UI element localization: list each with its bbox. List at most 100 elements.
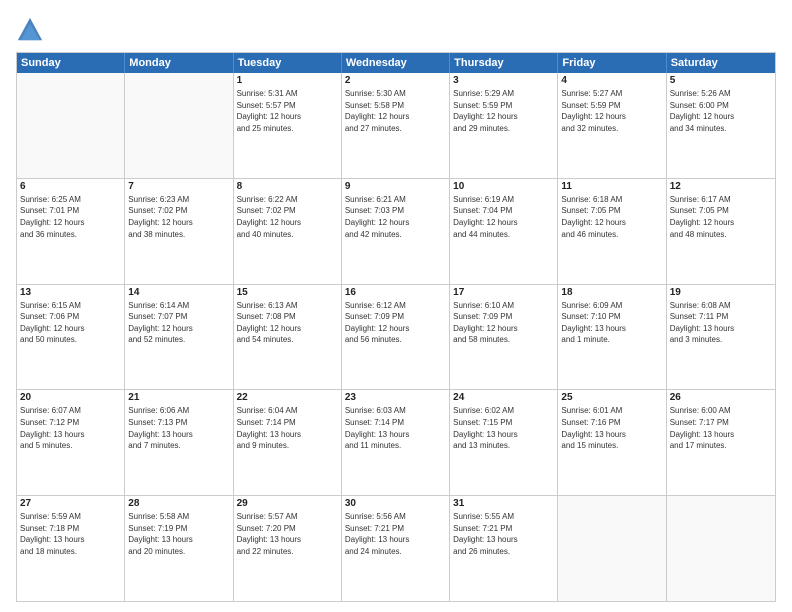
header-thursday: Thursday — [450, 53, 558, 73]
logo-icon — [16, 16, 44, 44]
cell-info: Sunrise: 6:17 AM Sunset: 7:05 PM Dayligh… — [670, 194, 772, 240]
calendar-cell: 23 Sunrise: 6:03 AM Sunset: 7:14 PM Dayli… — [342, 390, 450, 495]
cell-info: Sunrise: 6:12 AM Sunset: 7:09 PM Dayligh… — [345, 300, 446, 346]
calendar-cell: 22Sunrise: 6:04 AM Sunset: 7:14 PM Dayli… — [234, 390, 342, 495]
calendar-cell: 18 Sunrise: 6:09 AM Sunset: 7:10 PM Dayli… — [558, 285, 666, 390]
calendar-cell: 27Sunrise: 5:59 AM Sunset: 7:18 PM Dayli… — [17, 496, 125, 601]
cell-info: Sunrise: 6:19 AM Sunset: 7:04 PM Dayligh… — [453, 194, 554, 240]
cell-info: Sunrise: 6:18 AM Sunset: 7:05 PM Dayligh… — [561, 194, 662, 240]
cell-info: Sunrise: 6:25 AM Sunset: 7:01 PM Dayligh… — [20, 194, 121, 240]
day-number: 17 — [453, 287, 554, 298]
calendar-cell: 7 Sunrise: 6:23 AM Sunset: 7:02 PM Daylig… — [125, 179, 233, 284]
cell-info: Sunrise: 6:01 AM Sunset: 7:16 PM Dayligh… — [561, 405, 662, 451]
calendar-cell: 30 Sunrise: 5:56 AM Sunset: 7:21 PM Dayli… — [342, 496, 450, 601]
cell-info: Sunrise: 5:27 AM Sunset: 5:59 PM Dayligh… — [561, 88, 662, 134]
day-number: 4 — [561, 75, 662, 86]
calendar-cell: 8 Sunrise: 6:22 AM Sunset: 7:02 PM Daylig… — [234, 179, 342, 284]
calendar-cell: 13 Sunrise: 6:15 AM Sunset: 7:06 PM Dayli… — [17, 285, 125, 390]
cell-info: Sunrise: 6:23 AM Sunset: 7:02 PM Dayligh… — [128, 194, 229, 240]
cell-info: Sunrise: 6:14 AM Sunset: 7:07 PM Dayligh… — [128, 300, 229, 346]
day-number: 12 — [670, 181, 772, 192]
header-sunday: Sunday — [17, 53, 125, 73]
calendar-cell: 31Sunrise: 5:55 AM Sunset: 7:21 PM Dayli… — [450, 496, 558, 601]
calendar-row: 13 Sunrise: 6:15 AM Sunset: 7:06 PM Dayli… — [17, 284, 775, 390]
calendar-cell: 9Sunrise: 6:21 AM Sunset: 7:03 PM Daylig… — [342, 179, 450, 284]
calendar-cell: 15 Sunrise: 6:13 AM Sunset: 7:08 PM Dayli… — [234, 285, 342, 390]
calendar-cell: 21Sunrise: 6:06 AM Sunset: 7:13 PM Dayli… — [125, 390, 233, 495]
calendar-body: 1Sunrise: 5:31 AM Sunset: 5:57 PM Daylig… — [17, 73, 775, 601]
day-number: 8 — [237, 181, 338, 192]
calendar: Sunday Monday Tuesday Wednesday Thursday… — [16, 52, 776, 602]
calendar-cell: 28 Sunrise: 5:58 AM Sunset: 7:19 PM Dayli… — [125, 496, 233, 601]
day-number: 31 — [453, 498, 554, 509]
page: Sunday Monday Tuesday Wednesday Thursday… — [0, 0, 792, 612]
day-number: 21 — [128, 392, 229, 403]
calendar-cell: 10 Sunrise: 6:19 AM Sunset: 7:04 PM Dayli… — [450, 179, 558, 284]
day-number: 18 — [561, 287, 662, 298]
day-number: 28 — [128, 498, 229, 509]
day-number: 2 — [345, 75, 446, 86]
header-friday: Friday — [558, 53, 666, 73]
day-number: 24 — [453, 392, 554, 403]
cell-info: Sunrise: 5:57 AM Sunset: 7:20 PM Dayligh… — [237, 511, 338, 557]
calendar-cell — [558, 496, 666, 601]
calendar-cell: 16 Sunrise: 6:12 AM Sunset: 7:09 PM Dayli… — [342, 285, 450, 390]
calendar-cell: 25 Sunrise: 6:01 AM Sunset: 7:16 PM Dayli… — [558, 390, 666, 495]
cell-info: Sunrise: 6:10 AM Sunset: 7:09 PM Dayligh… — [453, 300, 554, 346]
calendar-cell: 2 Sunrise: 5:30 AM Sunset: 5:58 PM Daylig… — [342, 73, 450, 178]
day-number: 3 — [453, 75, 554, 86]
calendar-row: 1Sunrise: 5:31 AM Sunset: 5:57 PM Daylig… — [17, 73, 775, 178]
cell-info: Sunrise: 6:03 AM Sunset: 7:14 PM Dayligh… — [345, 405, 446, 451]
day-number: 7 — [128, 181, 229, 192]
day-number: 14 — [128, 287, 229, 298]
day-number: 16 — [345, 287, 446, 298]
calendar-row: 6 Sunrise: 6:25 AM Sunset: 7:01 PM Daylig… — [17, 178, 775, 284]
calendar-cell: 26 Sunrise: 6:00 AM Sunset: 7:17 PM Dayli… — [667, 390, 775, 495]
day-number: 15 — [237, 287, 338, 298]
calendar-header: Sunday Monday Tuesday Wednesday Thursday… — [17, 53, 775, 73]
cell-info: Sunrise: 6:22 AM Sunset: 7:02 PM Dayligh… — [237, 194, 338, 240]
day-number: 26 — [670, 392, 772, 403]
header-tuesday: Tuesday — [234, 53, 342, 73]
logo — [16, 16, 50, 44]
day-number: 10 — [453, 181, 554, 192]
day-number: 5 — [670, 75, 772, 86]
day-number: 30 — [345, 498, 446, 509]
calendar-cell: 19 Sunrise: 6:08 AM Sunset: 7:11 PM Dayli… — [667, 285, 775, 390]
calendar-cell: 5Sunrise: 5:26 AM Sunset: 6:00 PM Daylig… — [667, 73, 775, 178]
header — [16, 16, 776, 44]
calendar-cell: 24 Sunrise: 6:02 AM Sunset: 7:15 PM Dayli… — [450, 390, 558, 495]
calendar-cell: 20 Sunrise: 6:07 AM Sunset: 7:12 PM Dayli… — [17, 390, 125, 495]
cell-info: Sunrise: 5:29 AM Sunset: 5:59 PM Dayligh… — [453, 88, 554, 134]
cell-info: Sunrise: 6:09 AM Sunset: 7:10 PM Dayligh… — [561, 300, 662, 346]
cell-info: Sunrise: 5:56 AM Sunset: 7:21 PM Dayligh… — [345, 511, 446, 557]
calendar-cell: 1Sunrise: 5:31 AM Sunset: 5:57 PM Daylig… — [234, 73, 342, 178]
header-monday: Monday — [125, 53, 233, 73]
cell-info: Sunrise: 6:13 AM Sunset: 7:08 PM Dayligh… — [237, 300, 338, 346]
cell-info: Sunrise: 6:08 AM Sunset: 7:11 PM Dayligh… — [670, 300, 772, 346]
cell-info: Sunrise: 5:58 AM Sunset: 7:19 PM Dayligh… — [128, 511, 229, 557]
day-number: 29 — [237, 498, 338, 509]
cell-info: Sunrise: 6:15 AM Sunset: 7:06 PM Dayligh… — [20, 300, 121, 346]
calendar-cell: 12 Sunrise: 6:17 AM Sunset: 7:05 PM Dayli… — [667, 179, 775, 284]
day-number: 13 — [20, 287, 121, 298]
calendar-cell — [667, 496, 775, 601]
calendar-cell: 4 Sunrise: 5:27 AM Sunset: 5:59 PM Daylig… — [558, 73, 666, 178]
day-number: 20 — [20, 392, 121, 403]
day-number: 23 — [345, 392, 446, 403]
calendar-row: 20 Sunrise: 6:07 AM Sunset: 7:12 PM Dayli… — [17, 389, 775, 495]
day-number: 27 — [20, 498, 121, 509]
calendar-cell: 11Sunrise: 6:18 AM Sunset: 7:05 PM Dayli… — [558, 179, 666, 284]
calendar-row: 27Sunrise: 5:59 AM Sunset: 7:18 PM Dayli… — [17, 495, 775, 601]
calendar-cell: 6 Sunrise: 6:25 AM Sunset: 7:01 PM Daylig… — [17, 179, 125, 284]
day-number: 6 — [20, 181, 121, 192]
cell-info: Sunrise: 6:07 AM Sunset: 7:12 PM Dayligh… — [20, 405, 121, 451]
day-number: 25 — [561, 392, 662, 403]
day-number: 9 — [345, 181, 446, 192]
cell-info: Sunrise: 6:00 AM Sunset: 7:17 PM Dayligh… — [670, 405, 772, 451]
day-number: 19 — [670, 287, 772, 298]
cell-info: Sunrise: 5:31 AM Sunset: 5:57 PM Dayligh… — [237, 88, 338, 134]
cell-info: Sunrise: 5:30 AM Sunset: 5:58 PM Dayligh… — [345, 88, 446, 134]
cell-info: Sunrise: 6:02 AM Sunset: 7:15 PM Dayligh… — [453, 405, 554, 451]
calendar-cell: 17 Sunrise: 6:10 AM Sunset: 7:09 PM Dayli… — [450, 285, 558, 390]
